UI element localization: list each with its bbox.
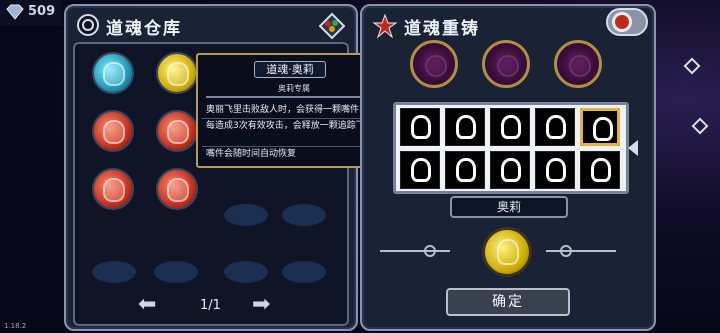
- empty-slot[interactable]: [224, 261, 268, 283]
- soul-slot-red[interactable]: [92, 168, 134, 210]
- hero-portrait-icon: [411, 158, 431, 182]
- back-button[interactable]: [606, 8, 648, 36]
- empty-slot[interactable]: [92, 261, 136, 283]
- hero-portrait-icon: [167, 62, 189, 86]
- storage-title: 道魂仓库: [106, 19, 182, 39]
- gem-bag-icon[interactable]: [318, 12, 346, 40]
- tooltip-line: 每造成3次有效攻击，会释放一颗追踪飞弹。: [206, 121, 383, 131]
- hero-option[interactable]: [580, 151, 620, 189]
- currency-bar: 509: [0, 0, 62, 26]
- empty-slot[interactable]: [282, 261, 326, 283]
- version-label: 1.18.2: [4, 322, 27, 330]
- diamond-icon: [6, 4, 24, 20]
- soul-slot-cyan[interactable]: [92, 52, 134, 94]
- left-ornament-icon: [380, 245, 450, 257]
- hero-portrait-icon: [103, 120, 125, 144]
- panel-emblem-icon: [77, 14, 99, 36]
- tooltip-line: 奥丽飞里击败敌人时，会获得一颗嘴件: [206, 105, 360, 115]
- empty-slot[interactable]: [154, 261, 198, 283]
- tooltip-divider: [206, 96, 382, 98]
- back-icon: [612, 12, 632, 32]
- recast-socket[interactable]: [482, 40, 530, 88]
- tooltip-title: 道魂·奥莉: [254, 61, 326, 78]
- hero-portrait-icon: [167, 178, 189, 202]
- hero-option[interactable]: [490, 151, 530, 189]
- prev-page-arrow-icon[interactable]: ⬅: [138, 292, 156, 317]
- page-indicator: 1/1: [200, 298, 221, 313]
- confirm-button[interactable]: 确定: [446, 288, 570, 316]
- recast-socket[interactable]: [554, 40, 602, 88]
- tooltip-separator: [202, 146, 386, 147]
- hero-portrait-icon: [546, 115, 566, 139]
- hero-option[interactable]: [490, 108, 530, 146]
- hero-portrait-icon: [497, 239, 519, 265]
- hero-portrait-icon: [456, 115, 476, 139]
- hero-portrait-icon: [501, 115, 521, 139]
- hero-option[interactable]: [400, 151, 440, 189]
- hero-portrait-icon: [103, 62, 125, 86]
- soul-slot-red[interactable]: [156, 110, 198, 152]
- grid-pointer-icon: [628, 140, 638, 156]
- hero-option[interactable]: [580, 108, 620, 146]
- hero-portrait-icon: [591, 158, 611, 182]
- selected-soul-coin: [482, 227, 532, 277]
- hero-portrait-icon: [593, 117, 613, 141]
- hero-portrait-icon: [546, 158, 566, 182]
- hero-portrait-icon: [411, 115, 431, 139]
- hero-option[interactable]: [400, 108, 440, 146]
- hero-portrait-icon: [456, 158, 476, 182]
- recast-title: 道魂重铸: [404, 19, 480, 39]
- recast-emblem-icon: [372, 13, 398, 39]
- empty-slot[interactable]: [282, 204, 326, 226]
- currency-amount: 509: [28, 4, 56, 19]
- hero-option[interactable]: [535, 151, 575, 189]
- soul-slot-red[interactable]: [156, 168, 198, 210]
- hero-option[interactable]: [445, 108, 485, 146]
- empty-slot[interactable]: [224, 204, 268, 226]
- hero-portrait-icon: [103, 178, 125, 202]
- hero-option[interactable]: [535, 108, 575, 146]
- soul-slot-red[interactable]: [92, 110, 134, 152]
- hero-portrait-icon: [501, 158, 521, 182]
- hero-option[interactable]: [445, 151, 485, 189]
- selected-hero-name: 奥莉: [450, 196, 568, 218]
- tooltip-line: 嘴件会随时间自动恢复: [206, 149, 297, 159]
- next-page-arrow-icon[interactable]: ➡: [252, 292, 270, 317]
- recast-socket[interactable]: [410, 40, 458, 88]
- hero-selection-grid: [393, 102, 629, 194]
- hero-portrait-icon: [167, 120, 189, 144]
- tooltip-separator: [202, 118, 386, 119]
- soul-slot-gold[interactable]: [156, 52, 198, 94]
- right-ornament-icon: [546, 245, 616, 257]
